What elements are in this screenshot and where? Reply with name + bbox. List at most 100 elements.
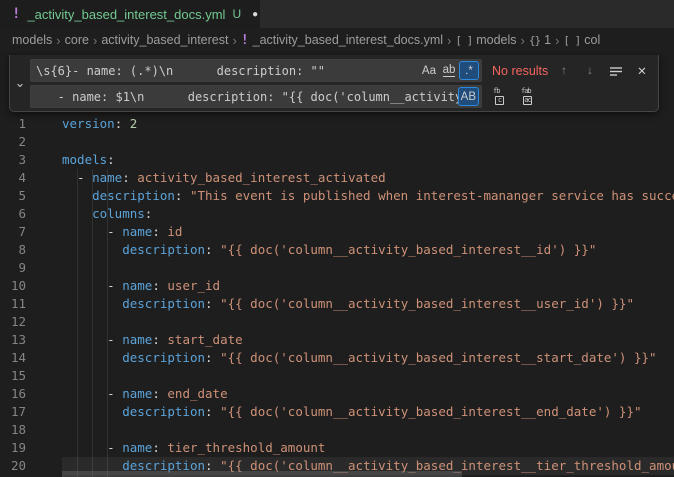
- code-line[interactable]: - name: id: [62, 223, 674, 241]
- code-line[interactable]: - name: end_date: [62, 385, 674, 403]
- breadcrumb-label: models: [476, 33, 516, 47]
- code-token: "This event is published when interest-m…: [190, 188, 674, 203]
- breadcrumb-item[interactable]: [ ]col: [563, 33, 600, 47]
- code-token: :: [152, 278, 167, 293]
- code-token: activity_based_interest_activated: [137, 170, 385, 185]
- line-number: 2: [0, 133, 26, 151]
- toggle-replace-button[interactable]: ⌄: [10, 55, 30, 111]
- code-token: version: [62, 116, 115, 131]
- breadcrumb-separator-icon: ›: [555, 33, 559, 48]
- match-case-toggle[interactable]: Aa: [419, 61, 439, 80]
- find-in-selection-button[interactable]: [606, 61, 626, 80]
- breadcrumb-separator-icon: ›: [232, 33, 236, 48]
- code-token: 2: [130, 116, 138, 131]
- next-match-button[interactable]: ↓: [580, 61, 600, 80]
- breadcrumb-item[interactable]: activity_based_interest: [101, 33, 228, 47]
- close-find-widget-button[interactable]: ✕: [632, 61, 652, 80]
- chevron-down-icon: ⌄: [15, 75, 26, 91]
- code-token: :: [122, 170, 137, 185]
- line-number: 1: [0, 115, 26, 133]
- replace-icon: fb c: [493, 89, 509, 105]
- breadcrumb-separator-icon: ›: [521, 33, 525, 48]
- breadcrumb-label: 1: [544, 33, 551, 47]
- whole-word-icon: ab: [443, 64, 456, 77]
- indent-guide: [92, 169, 93, 477]
- code-line[interactable]: columns:: [62, 205, 674, 223]
- breadcrumb-label: models: [12, 33, 52, 47]
- code-token: start_date: [167, 332, 242, 347]
- replace-input[interactable]: - name: $1\n description: "{{ doc('colum…: [30, 85, 482, 108]
- line-number: 9: [0, 259, 26, 277]
- replace-button[interactable]: fb c: [490, 87, 512, 106]
- editor-tab[interactable]: ! _activity_based_interest_docs.yml U ●: [0, 0, 260, 28]
- line-number: 15: [0, 367, 26, 385]
- code-token: :: [152, 332, 167, 347]
- code-token: :: [205, 242, 220, 257]
- line-number: 3: [0, 151, 26, 169]
- code-token: name: [122, 440, 152, 455]
- code-token: description: [122, 296, 205, 311]
- code-line[interactable]: - name: start_date: [62, 331, 674, 349]
- line-number: 7: [0, 223, 26, 241]
- breadcrumb-item[interactable]: models: [12, 33, 52, 47]
- find-in-selection-icon: [609, 65, 623, 77]
- code-token: :: [205, 404, 220, 419]
- find-input[interactable]: \s{6}- name: (.*)\n description: "" Aa a…: [30, 59, 482, 82]
- breadcrumb-separator-icon: ›: [56, 33, 60, 48]
- line-number: 16: [0, 385, 26, 403]
- breadcrumb-item[interactable]: !_activity_based_interest_docs.yml: [241, 33, 443, 48]
- code-line[interactable]: [62, 313, 674, 331]
- code-token: id: [167, 224, 182, 239]
- code-line[interactable]: description: "This event is published wh…: [62, 187, 674, 205]
- code-token: description: [122, 242, 205, 257]
- breadcrumb-item[interactable]: [ ]models: [455, 33, 516, 47]
- yaml-file-icon: !: [12, 6, 20, 22]
- code-token: :: [152, 224, 167, 239]
- code-line[interactable]: description: "{{ doc('column__activity_b…: [62, 295, 674, 313]
- code-line[interactable]: [62, 367, 674, 385]
- horizontal-scrollbar[interactable]: [62, 471, 462, 477]
- replace-all-button[interactable]: fab ac: [518, 87, 540, 106]
- breadcrumb: models › core › activity_based_interest › !_ac…: [0, 28, 674, 52]
- code-line[interactable]: - name: user_id: [62, 277, 674, 295]
- code-line[interactable]: [62, 133, 674, 151]
- code-line[interactable]: [62, 259, 674, 277]
- previous-match-button[interactable]: ↑: [554, 61, 574, 80]
- code-line[interactable]: description: "{{ doc('column__activity_b…: [62, 349, 674, 367]
- preserve-case-toggle[interactable]: AB: [458, 87, 479, 106]
- code-line[interactable]: [62, 421, 674, 439]
- regex-toggle[interactable]: .*: [459, 61, 479, 80]
- whole-word-toggle[interactable]: ab: [439, 61, 459, 80]
- breadcrumb-item[interactable]: core: [65, 33, 89, 47]
- line-number: 13: [0, 331, 26, 349]
- code-token: description: [92, 188, 175, 203]
- replace-input-value: - name: $1\n description: "{{ doc('colum…: [36, 90, 458, 104]
- code-token: :: [152, 386, 167, 401]
- find-input-value: \s{6}- name: (.*)\n description: "": [36, 64, 419, 78]
- line-number: 6: [0, 205, 26, 223]
- code-line[interactable]: version: 2: [62, 115, 674, 133]
- array-icon: [ ]: [563, 34, 580, 47]
- code-token: "{{ doc('column__activity_based_interest…: [220, 242, 596, 257]
- code-line[interactable]: - name: tier_threshold_amount: [62, 439, 674, 457]
- code-token: models: [62, 152, 107, 167]
- code-content[interactable]: version: 2 models: - name: activity_based…: [62, 115, 674, 475]
- results-count-label: No results: [492, 64, 548, 78]
- breadcrumb-item[interactable]: {}1: [529, 33, 551, 47]
- modified-dot-icon[interactable]: ●: [252, 9, 258, 20]
- git-untracked-badge: U: [232, 7, 241, 21]
- code-token: :: [205, 350, 220, 365]
- code-line[interactable]: - name: activity_based_interest_activate…: [62, 169, 674, 187]
- breadcrumb-label: _activity_based_interest_docs.yml: [253, 33, 443, 47]
- code-token: "{{ doc('column__activity_based_interest…: [220, 350, 657, 365]
- line-number: 17: [0, 403, 26, 421]
- line-number: 8: [0, 241, 26, 259]
- code-line[interactable]: description: "{{ doc('column__activity_b…: [62, 403, 674, 421]
- replace-all-icon: fab ac: [521, 89, 537, 105]
- editor-pane[interactable]: 1234567891011121314151617181920 version:…: [0, 52, 674, 477]
- breadcrumb-separator-icon: ›: [447, 33, 451, 48]
- code-line[interactable]: description: "{{ doc('column__activity_b…: [62, 241, 674, 259]
- code-line[interactable]: models:: [62, 151, 674, 169]
- code-token: "{{ doc('column__activity_based_interest…: [220, 404, 641, 419]
- indent-guide: [107, 169, 108, 477]
